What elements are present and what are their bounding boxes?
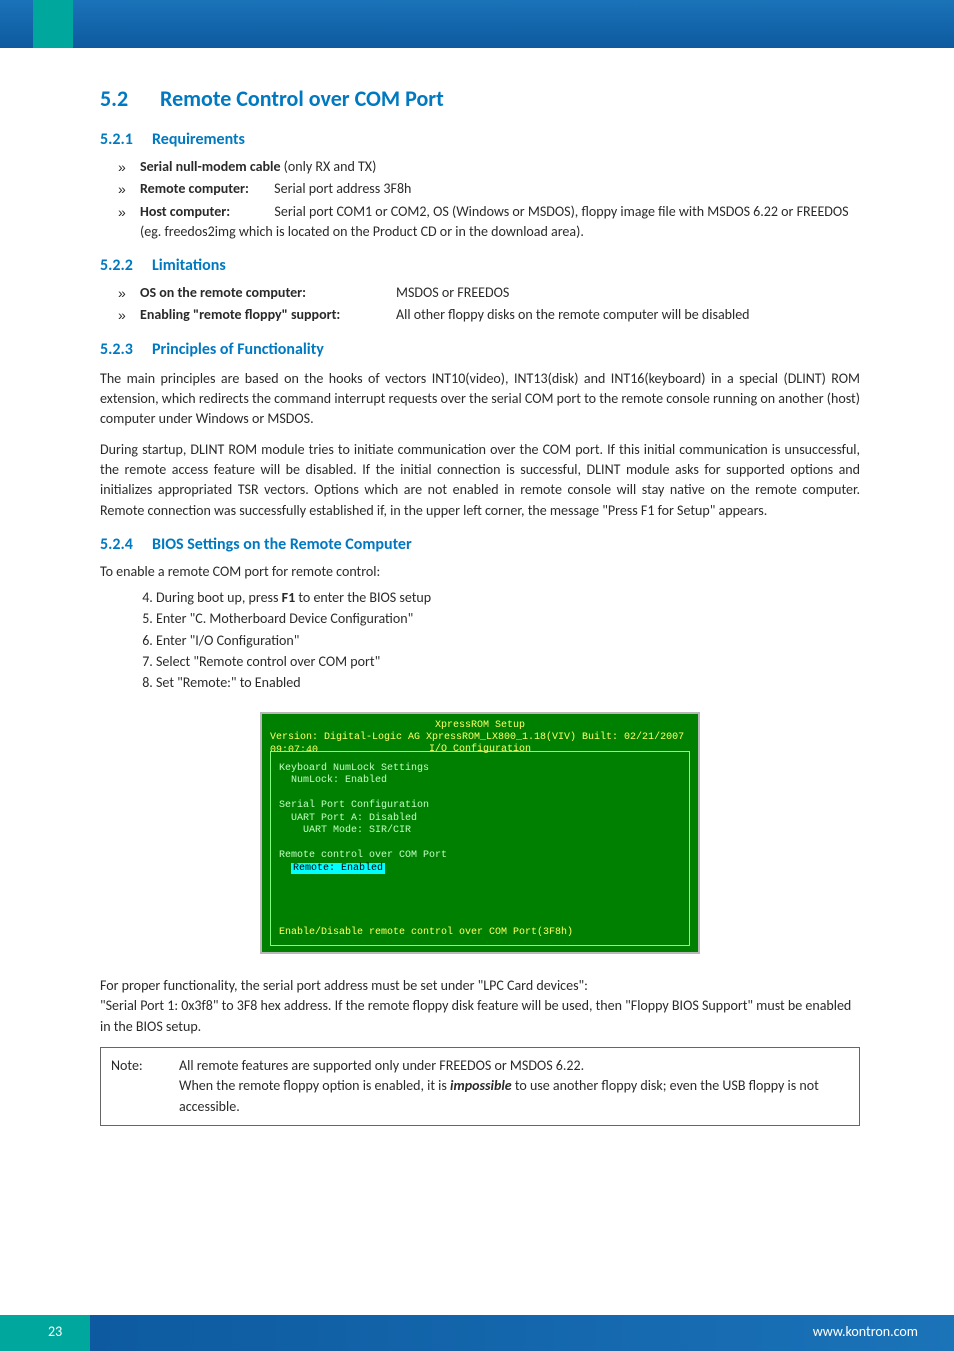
bios-line: UART Mode: SIR/CIR: [279, 825, 681, 838]
subsection-title: BIOS Settings on the Remote Computer: [152, 535, 412, 554]
steps-list: During boot up, press F1 to enter the BI…: [100, 588, 860, 693]
list-item: During boot up, press F1 to enter the BI…: [156, 588, 860, 608]
note-box: Note: All remote features are supported …: [100, 1047, 860, 1126]
paragraph: "Serial Port 1: 0x3f8" to 3F8 hex addres…: [100, 996, 860, 1037]
note-label: Note:: [111, 1056, 159, 1117]
list-item: Enter "I/O Configuration": [156, 631, 860, 651]
paragraph: During startup, DLINT ROM module tries t…: [100, 440, 860, 521]
section-number: 5.2: [100, 85, 160, 112]
bios-line: Serial Port Configuration: [279, 800, 681, 813]
side-stripe: [33, 0, 73, 48]
subsection-number: 5.2.3: [100, 340, 152, 359]
list-item: Select "Remote control over COM port": [156, 652, 860, 672]
paragraph: The main principles are based on the hoo…: [100, 369, 860, 430]
subsection-heading: 5.2.1Requirements: [100, 130, 860, 149]
list-item: Set "Remote:" to Enabled: [156, 673, 860, 693]
page-content: 5.2Remote Control over COM Port 5.2.1Req…: [100, 85, 860, 1126]
bios-line: Remote: Enabled: [279, 863, 681, 876]
page-footer: 23 www.kontron.com: [0, 1315, 954, 1351]
bios-screenshot: XpressROM Setup Version: Digital-Logic A…: [260, 712, 700, 955]
intro-text: To enable a remote COM port for remote c…: [100, 562, 860, 582]
bios-line: NumLock: Enabled: [279, 775, 681, 788]
section-heading: 5.2Remote Control over COM Port: [100, 85, 860, 112]
bios-io-label: I/O Configuration: [279, 744, 681, 757]
bios-line: UART Port A: Disabled: [279, 813, 681, 826]
subsection-heading: 5.2.2Limitations: [100, 256, 860, 275]
subsection-title: Requirements: [152, 130, 245, 149]
note-line: All remote features are supported only u…: [179, 1056, 849, 1076]
note-line: When the remote floppy option is enabled…: [179, 1076, 849, 1117]
subsection-title: Limitations: [152, 256, 226, 275]
bios-footer: Enable/Disable remote control over COM P…: [279, 927, 573, 940]
list-item: OS on the remote computer:MSDOS or FREED…: [140, 283, 860, 303]
paragraph: For proper functionality, the serial por…: [100, 976, 860, 996]
list-item: Serial null-modem cable (only RX and TX): [140, 157, 860, 177]
list-item: Enter "C. Motherboard Device Configurati…: [156, 609, 860, 629]
subsection-heading: 5.2.3Principles of Functionality: [100, 340, 860, 359]
footer-url: www.kontron.com: [813, 1323, 918, 1340]
subsection-number: 5.2.1: [100, 130, 152, 149]
limitations-list: OS on the remote computer:MSDOS or FREED…: [100, 283, 860, 326]
page-number: 23: [48, 1323, 62, 1340]
note-body: All remote features are supported only u…: [179, 1056, 849, 1117]
bios-title: XpressROM Setup: [270, 720, 690, 733]
bios-line: Remote control over COM Port: [279, 850, 681, 863]
list-item: Remote computer: Serial port address 3F8…: [140, 179, 860, 199]
requirements-list: Serial null-modem cable (only RX and TX)…: [100, 157, 860, 242]
list-item: Enabling "remote floppy" support:All oth…: [140, 305, 860, 325]
bios-line: Keyboard NumLock Settings: [279, 763, 681, 776]
subsection-heading: 5.2.4BIOS Settings on the Remote Compute…: [100, 535, 860, 554]
bios-body: I/O Configuration Keyboard NumLock Setti…: [270, 751, 690, 946]
top-banner: [0, 0, 954, 48]
list-item: Host computer: Serial port COM1 or COM2,…: [140, 202, 860, 243]
section-title: Remote Control over COM Port: [160, 85, 444, 112]
subsection-number: 5.2.4: [100, 535, 152, 554]
subsection-title: Principles of Functionality: [152, 340, 324, 359]
subsection-number: 5.2.2: [100, 256, 152, 275]
